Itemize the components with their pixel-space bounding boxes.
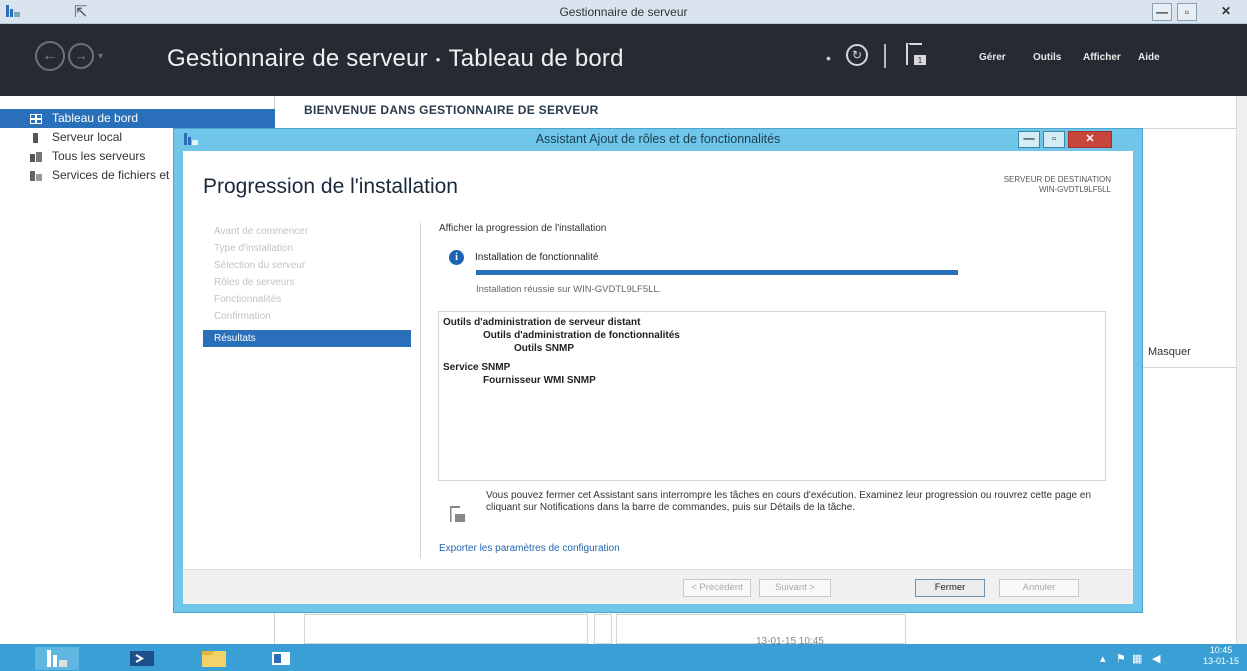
- app-taskbar-icon[interactable]: [268, 647, 296, 670]
- result-item: Fournisseur WMI SNMP: [483, 375, 596, 386]
- menu-help[interactable]: Aide: [1138, 52, 1160, 63]
- info-icon: i: [449, 250, 464, 265]
- hide-link[interactable]: Masquer: [1148, 346, 1191, 358]
- dialog-body: Progression de l'installation SERVEUR DE…: [183, 151, 1133, 604]
- cancel-button[interactable]: Annuler: [999, 579, 1079, 597]
- window-maximize-button[interactable]: ▫: [1177, 3, 1197, 21]
- dialog-maximize-button[interactable]: ▫: [1043, 131, 1065, 148]
- breadcrumb-current: Tableau de bord: [448, 45, 624, 72]
- step-features: Fonctionnalités: [214, 294, 282, 305]
- history-dropdown-icon[interactable]: ▾: [98, 51, 103, 62]
- breadcrumb: Gestionnaire de serveur • Tableau de bord: [167, 45, 624, 73]
- window-titlebar: ⇱ Gestionnaire de serveur — ▫ ✕: [0, 0, 1247, 24]
- result-item: Outils SNMP: [514, 343, 575, 354]
- success-message: Installation réussie sur WIN-GVDTL9LF5LL…: [476, 284, 662, 295]
- destination-label: SERVEUR DE DESTINATION: [1003, 175, 1111, 184]
- menu-view[interactable]: Afficher: [1083, 52, 1121, 63]
- breadcrumb-root[interactable]: Gestionnaire de serveur: [167, 45, 428, 72]
- dialog-minimize-button[interactable]: —: [1018, 131, 1040, 148]
- taskbar: ▴ ⚑ ▦ ◀ 10:45 13-01-15: [0, 644, 1247, 671]
- window-minimize-button[interactable]: —: [1152, 3, 1172, 21]
- step-before-you-begin: Avant de commencer: [214, 226, 309, 237]
- notifications-flag-icon[interactable]: 1: [904, 41, 928, 67]
- result-item: Service SNMP: [443, 362, 511, 373]
- dashboard-icon: [30, 114, 42, 124]
- destination-server-name: WIN-GVDTL9LF5LL: [1038, 185, 1111, 194]
- server-manager-taskbar-icon[interactable]: [35, 647, 79, 670]
- steps-divider: [420, 223, 421, 558]
- network-flag-icon[interactable]: ⚑: [1116, 652, 1126, 665]
- dialog-button-bar: < Précédent Suivant > Fermer Annuler: [183, 569, 1133, 604]
- install-progress-bar: [476, 270, 958, 275]
- sidebar-item-label: Serveur local: [52, 130, 123, 144]
- step-server-roles: Rôles de serveurs: [214, 277, 295, 288]
- sidebar-item-dashboard[interactable]: Tableau de bord: [0, 109, 275, 128]
- next-button[interactable]: Suivant >: [759, 579, 831, 597]
- app-header: ← → ▾ Gestionnaire de serveur • Tableau de…: [0, 24, 1247, 96]
- dashboard-panel: [304, 614, 588, 644]
- destination-server: SERVEUR DE DESTINATION WIN-GVDTL9LF5LL: [1004, 175, 1111, 195]
- file-explorer-icon[interactable]: [196, 647, 232, 670]
- main-vertical-scrollbar[interactable]: [1236, 96, 1247, 644]
- header-dot: •: [826, 50, 831, 66]
- result-item: Outils d'administration de serveur dista…: [443, 317, 641, 328]
- wizard-steps: Avant de commencer Type d'installation S…: [203, 223, 411, 347]
- add-roles-wizard-dialog: Assistant Ajout de rôles et de fonctionn…: [173, 128, 1143, 613]
- page-title: Progression de l'installation: [203, 175, 458, 198]
- welcome-tile: [1140, 128, 1236, 368]
- close-button[interactable]: Fermer: [915, 579, 985, 597]
- notification-flag-icon: [450, 506, 465, 522]
- system-clock[interactable]: 10:45 13-01-15: [1203, 645, 1239, 667]
- storage-icon: [30, 171, 42, 181]
- notification-count: 1: [918, 56, 923, 65]
- install-progress-fill: [476, 270, 958, 275]
- menu-tools[interactable]: Outils: [1033, 52, 1061, 63]
- sidebar-item-label: Tableau de bord: [52, 111, 139, 125]
- clock-time: 10:45: [1209, 645, 1233, 655]
- powershell-icon[interactable]: [124, 647, 160, 670]
- step-confirmation: Confirmation: [214, 311, 271, 322]
- window-close-button[interactable]: ✕: [1212, 3, 1240, 21]
- step-results[interactable]: Résultats: [203, 330, 411, 347]
- content-title: Afficher la progression de l'installatio…: [439, 223, 607, 234]
- result-item: Outils d'administration de fonctionnalit…: [483, 330, 680, 341]
- forward-button[interactable]: →: [68, 43, 94, 69]
- tray-expand-icon[interactable]: ▴: [1100, 652, 1106, 665]
- sidebar-item-label: Tous les serveurs: [52, 149, 146, 163]
- clock-date: 13-01-15: [1202, 656, 1239, 666]
- volume-icon[interactable]: ◀: [1152, 652, 1160, 665]
- previous-button[interactable]: < Précédent: [683, 579, 751, 597]
- menu-manage[interactable]: Gérer: [979, 52, 1006, 63]
- export-config-link[interactable]: Exporter les paramètres de configuration: [439, 543, 620, 554]
- servers-icon: [30, 152, 42, 162]
- step-installation-type: Type d'installation: [214, 243, 294, 254]
- network-icon[interactable]: ▦: [1132, 652, 1142, 665]
- welcome-heading: BIENVENUE DANS GESTIONNAIRE DE SERVEUR: [304, 103, 599, 117]
- dialog-close-button[interactable]: ✕: [1068, 131, 1112, 148]
- results-list: Outils d'administration de serveur dista…: [438, 311, 1106, 481]
- header-divider: [884, 44, 886, 68]
- server-icon: [33, 133, 38, 143]
- refresh-icon[interactable]: ↻: [846, 44, 868, 66]
- dialog-title: Assistant Ajout de rôles et de fonctionn…: [535, 132, 781, 146]
- close-wizard-note: Vous pouvez fermer cet Assistant sans in…: [486, 490, 1092, 513]
- step-server-selection: Sélection du serveur: [214, 260, 306, 271]
- feature-install-title: Installation de fonctionnalité: [475, 252, 599, 263]
- back-button[interactable]: ←: [35, 41, 65, 71]
- window-title: Gestionnaire de serveur: [559, 5, 688, 19]
- dashboard-panel: [594, 614, 612, 644]
- breadcrumb-separator: •: [435, 52, 441, 68]
